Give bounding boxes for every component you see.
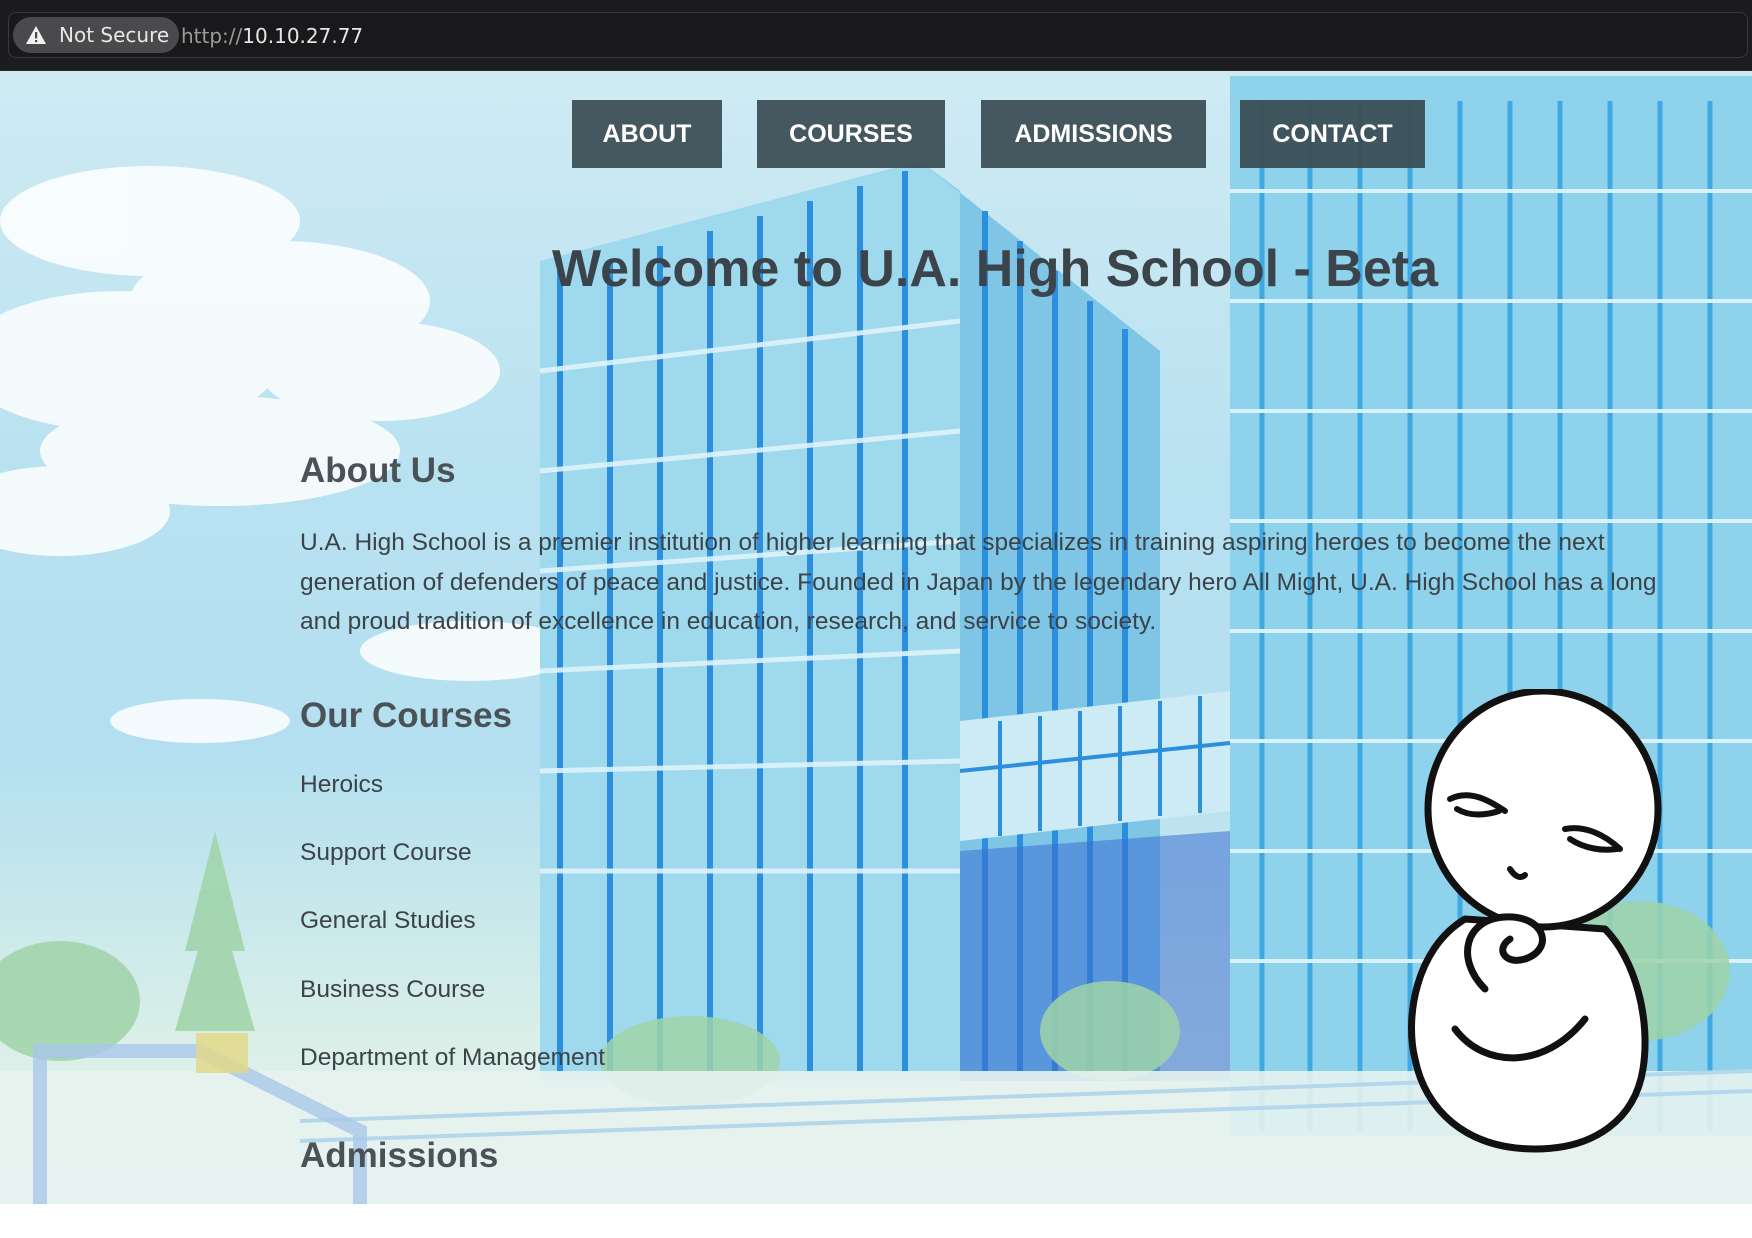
nav-contact-button[interactable]: CONTACT xyxy=(1240,100,1425,168)
url-text[interactable]: http://10.10.27.77 xyxy=(181,24,363,48)
page-bottom-margin xyxy=(0,1204,1752,1238)
security-indicator[interactable]: Not Secure xyxy=(13,17,179,53)
url-host: 10.10.27.77 xyxy=(242,24,364,48)
course-item: Support Course xyxy=(300,839,472,866)
course-item: Business Course xyxy=(300,976,486,1003)
about-text: U.A. High School is a premier institutio… xyxy=(300,529,1657,635)
course-item: Department of Management xyxy=(300,1044,606,1071)
course-item: General Studies xyxy=(300,907,476,934)
browser-toolbar: Not Secure http://10.10.27.77 xyxy=(0,0,1752,71)
warning-triangle-icon xyxy=(25,24,47,46)
admissions-heading: Admissions xyxy=(300,1136,499,1175)
nav-admissions-button[interactable]: ADMISSIONS xyxy=(981,100,1206,168)
security-label: Not Secure xyxy=(59,23,170,47)
thinking-mascot-image xyxy=(1408,689,1662,1153)
address-bar[interactable]: Not Secure http://10.10.27.77 xyxy=(8,12,1748,58)
nav-about-button[interactable]: ABOUT xyxy=(572,100,722,168)
page-title-text: Welcome to U.A. High School - Beta xyxy=(552,240,1439,298)
url-scheme: http:// xyxy=(181,24,243,48)
nav-courses-button[interactable]: COURSES xyxy=(757,100,945,168)
courses-heading: Our Courses xyxy=(300,696,512,735)
course-item: Heroics xyxy=(300,771,384,798)
page-viewport: ABOUT COURSES ADMISSIONS CONTACT Welcome… xyxy=(0,71,1752,1204)
main-nav: ABOUT COURSES ADMISSIONS CONTACT xyxy=(0,100,1752,168)
about-heading: About Us xyxy=(300,451,456,490)
